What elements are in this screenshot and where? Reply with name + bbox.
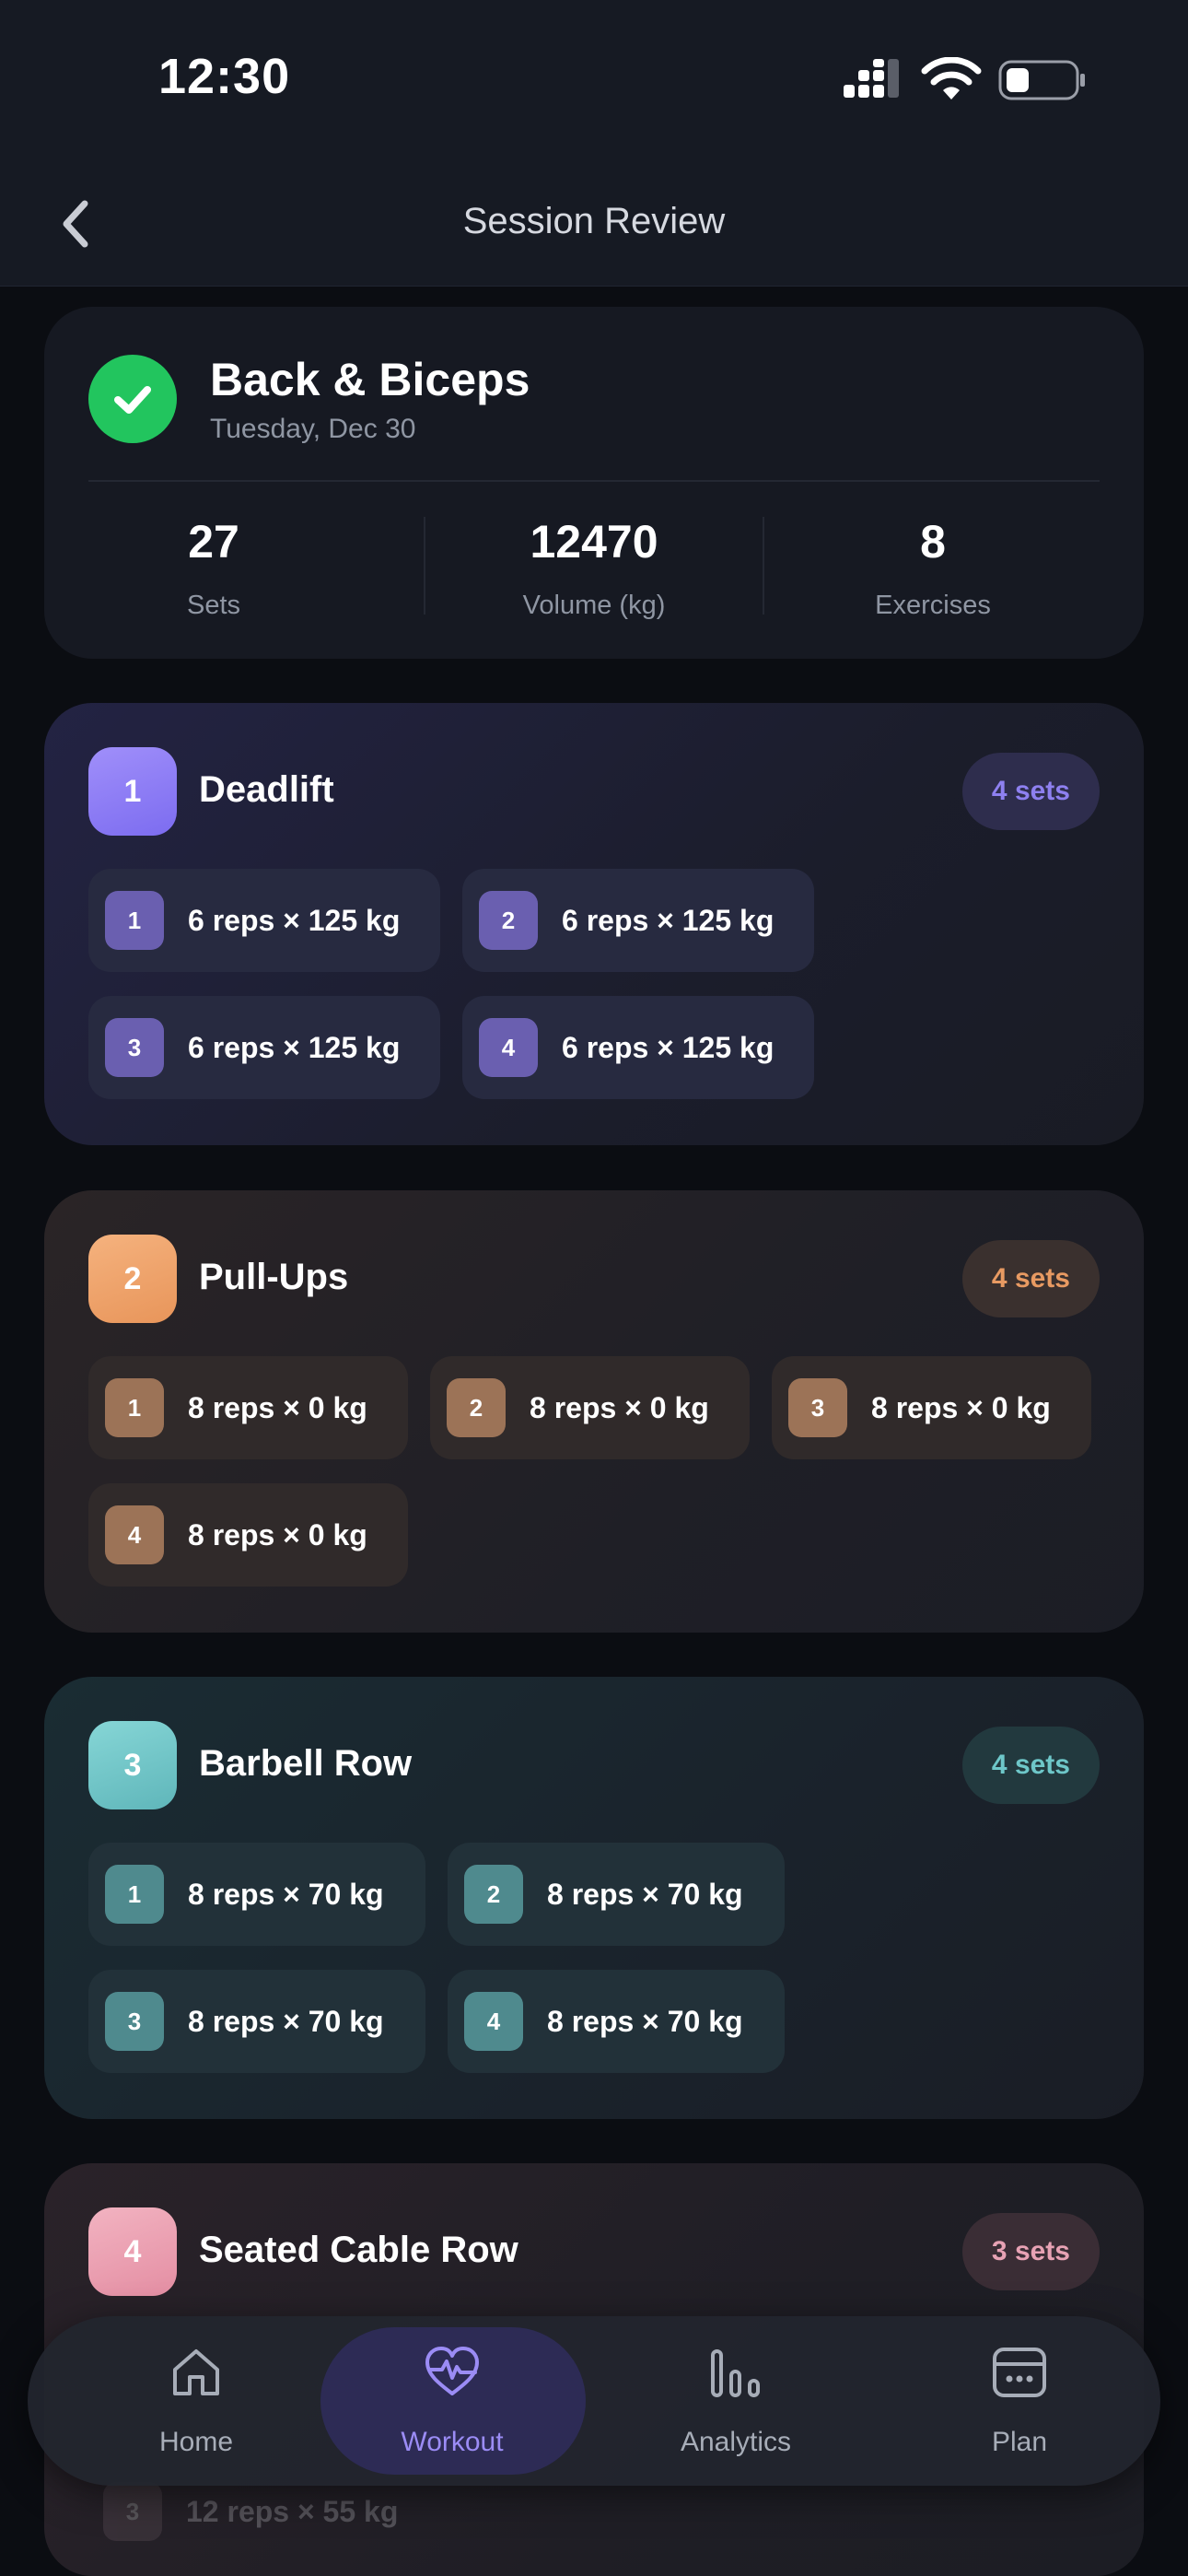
exercise-number: 1: [88, 747, 177, 836]
calendar-icon: [993, 2348, 1046, 2397]
exercise-card-pull-ups[interactable]: 2 Pull-Ups 4 sets 1 8 reps × 0 kg 2 8 reps…: [44, 1190, 1144, 1633]
set-number: 4: [105, 1505, 164, 1564]
set-detail: 8 reps × 70 kg: [547, 1877, 743, 1911]
set-chip: 1 8 reps × 0 kg: [88, 1356, 408, 1459]
exercise-name: Seated Cable Row: [199, 2230, 518, 2270]
stat-value: 8: [920, 516, 946, 568]
set-number: 4: [479, 1018, 538, 1077]
divider: [763, 517, 764, 615]
set-detail: 8 reps × 0 kg: [871, 1390, 1051, 1424]
exercise-card-deadlift[interactable]: 1 Deadlift 4 sets 1 6 reps × 125 kg 2 6 re…: [44, 703, 1144, 1145]
set-chip: 3 6 reps × 125 kg: [88, 996, 440, 1099]
page-title: Session Review: [462, 201, 726, 241]
stat-value: 12470: [530, 516, 658, 568]
set-number: 3: [103, 2482, 162, 2541]
tab-bar: Home Workout Analytics Plan: [28, 2316, 1160, 2486]
exercise-name: Deadlift: [199, 769, 334, 810]
battery-icon: [998, 60, 1085, 100]
set-list: 1 8 reps × 70 kg 2 8 reps × 70 kg 3 8 reps …: [88, 1843, 1100, 2073]
set-number: 4: [464, 1992, 523, 2051]
sets-count-badge: 3 sets: [961, 2213, 1100, 2290]
set-chip: 3 8 reps × 70 kg: [88, 1970, 425, 2073]
tab-home[interactable]: Home: [63, 2316, 330, 2486]
tab-label: Workout: [401, 2427, 504, 2457]
set-detail: 8 reps × 0 kg: [188, 1517, 367, 1551]
sets-count-badge: 4 sets: [961, 1727, 1100, 1804]
stat-volume: 12470 Volume (kg): [428, 515, 760, 621]
set-chip: 4 8 reps × 70 kg: [448, 1970, 785, 2073]
status-bar: 12:30: [0, 0, 1188, 157]
exercise-name: Barbell Row: [199, 1743, 413, 1784]
set-detail: 6 reps × 125 kg: [562, 903, 775, 937]
set-number: 2: [464, 1865, 523, 1924]
set-number: 1: [105, 1865, 164, 1924]
set-chip: 1 6 reps × 125 kg: [88, 869, 440, 972]
sets-count-badge: 4 sets: [961, 753, 1100, 830]
session-summary-card: Back & Biceps Tuesday, Dec 30 27 Sets 12…: [44, 307, 1144, 659]
heart-pulse-icon: [425, 2347, 479, 2395]
set-detail: 8 reps × 70 kg: [188, 1877, 384, 1911]
workout-date: Tuesday, Dec 30: [210, 414, 416, 444]
set-chip: 2 8 reps × 0 kg: [430, 1356, 750, 1459]
stat-value: 27: [188, 516, 239, 568]
set-detail: 12 reps × 55 kg: [186, 2494, 399, 2528]
cellular-signal-icon: [844, 59, 899, 98]
set-detail: 6 reps × 125 kg: [562, 1030, 775, 1064]
status-time: 12:30: [158, 49, 291, 104]
stat-label: Exercises: [875, 591, 991, 620]
set-number: 1: [105, 1378, 164, 1437]
set-chip: 2 8 reps × 70 kg: [448, 1843, 785, 1946]
set-number: 3: [788, 1378, 847, 1437]
exercise-name: Pull-Ups: [199, 1257, 349, 1297]
set-chip: 3 8 reps × 0 kg: [772, 1356, 1091, 1459]
tab-label: Plan: [991, 2427, 1048, 2457]
set-chip: 3 12 reps × 55 kg: [103, 2482, 398, 2541]
set-number: 3: [105, 1992, 164, 2051]
exercise-number: 2: [88, 1235, 177, 1323]
bar-chart-icon: [711, 2349, 760, 2397]
set-chip: 1 8 reps × 70 kg: [88, 1843, 425, 1946]
set-chip: 2 6 reps × 125 kg: [462, 869, 814, 972]
tab-plan[interactable]: Plan: [886, 2316, 1153, 2486]
set-number: 2: [447, 1378, 506, 1437]
tab-label: Home: [158, 2427, 234, 2457]
tab-label: Analytics: [680, 2427, 792, 2457]
set-detail: 8 reps × 0 kg: [530, 1390, 709, 1424]
stat-label: Sets: [186, 591, 241, 620]
workout-title: Back & Biceps: [210, 354, 530, 405]
stat-label: Volume (kg): [522, 591, 666, 620]
divider: [88, 480, 1100, 482]
set-number: 2: [479, 891, 538, 950]
set-detail: 8 reps × 70 kg: [188, 2004, 384, 2038]
exercise-card-barbell-row[interactable]: 3 Barbell Row 4 sets 1 8 reps × 70 kg 2 8 …: [44, 1677, 1144, 2119]
tab-workout[interactable]: Workout: [319, 2316, 586, 2486]
set-chip: 4 6 reps × 125 kg: [462, 996, 814, 1099]
stat-sets: 27 Sets: [48, 515, 379, 621]
set-detail: 8 reps × 0 kg: [188, 1390, 367, 1424]
set-detail: 6 reps × 125 kg: [188, 903, 401, 937]
home-icon: [173, 2349, 219, 2395]
set-detail: 8 reps × 70 kg: [547, 2004, 743, 2038]
exercise-number: 4: [88, 2207, 177, 2296]
set-list: 1 6 reps × 125 kg 2 6 reps × 125 kg 3 6 rep…: [88, 869, 1100, 1099]
completed-check-icon: [88, 355, 177, 443]
exercise-number: 3: [88, 1721, 177, 1809]
set-number: 1: [105, 891, 164, 950]
divider: [424, 517, 425, 615]
stat-exercises: 8 Exercises: [767, 515, 1099, 621]
set-number: 3: [105, 1018, 164, 1077]
tab-analytics[interactable]: Analytics: [602, 2316, 869, 2486]
wifi-icon: [921, 57, 982, 100]
set-detail: 6 reps × 125 kg: [188, 1030, 401, 1064]
set-chip: 4 8 reps × 0 kg: [88, 1483, 408, 1587]
set-list: 1 8 reps × 0 kg 2 8 reps × 0 kg 3 8 reps × …: [88, 1356, 1100, 1587]
sets-count-badge: 4 sets: [961, 1240, 1100, 1317]
